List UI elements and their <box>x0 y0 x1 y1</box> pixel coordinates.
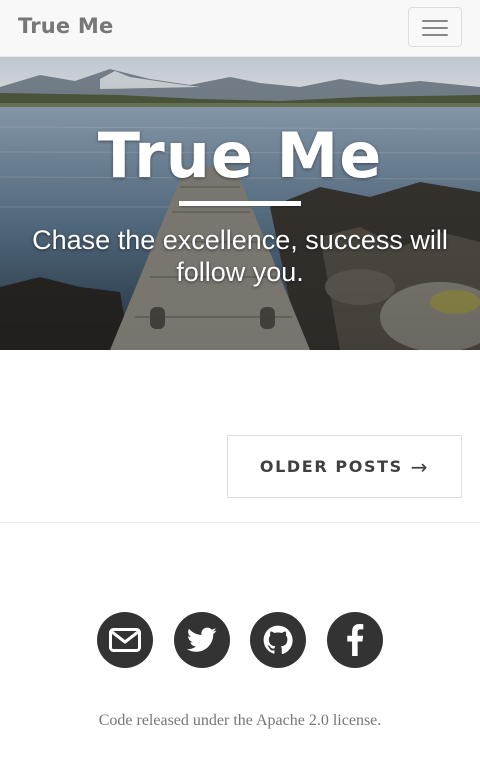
older-posts-label: OLDER POSTS <box>259 457 403 476</box>
hero-divider <box>179 201 301 206</box>
navbar: True Me <box>0 0 480 57</box>
copyright-text: Code released under the Apache 2.0 licen… <box>98 712 382 729</box>
email-link[interactable] <box>97 612 153 668</box>
hero-header: True Me Chase the excellence, success wi… <box>0 57 480 350</box>
menu-toggle-button[interactable] <box>408 7 462 47</box>
github-icon <box>263 625 293 655</box>
footer-divider <box>0 522 480 523</box>
facebook-link[interactable] <box>327 612 383 668</box>
envelope-icon <box>109 628 141 652</box>
older-posts-button[interactable]: OLDER POSTS → <box>227 435 462 498</box>
twitter-icon <box>187 627 217 652</box>
twitter-link[interactable] <box>174 612 230 668</box>
arrow-right-icon: → <box>410 454 430 479</box>
hero-title: True Me <box>97 119 383 192</box>
hero-subtitle: Chase the excellence, success will follo… <box>32 225 448 287</box>
facebook-icon <box>347 624 364 656</box>
brand-link[interactable]: True Me <box>18 14 113 38</box>
github-link[interactable] <box>250 612 306 668</box>
